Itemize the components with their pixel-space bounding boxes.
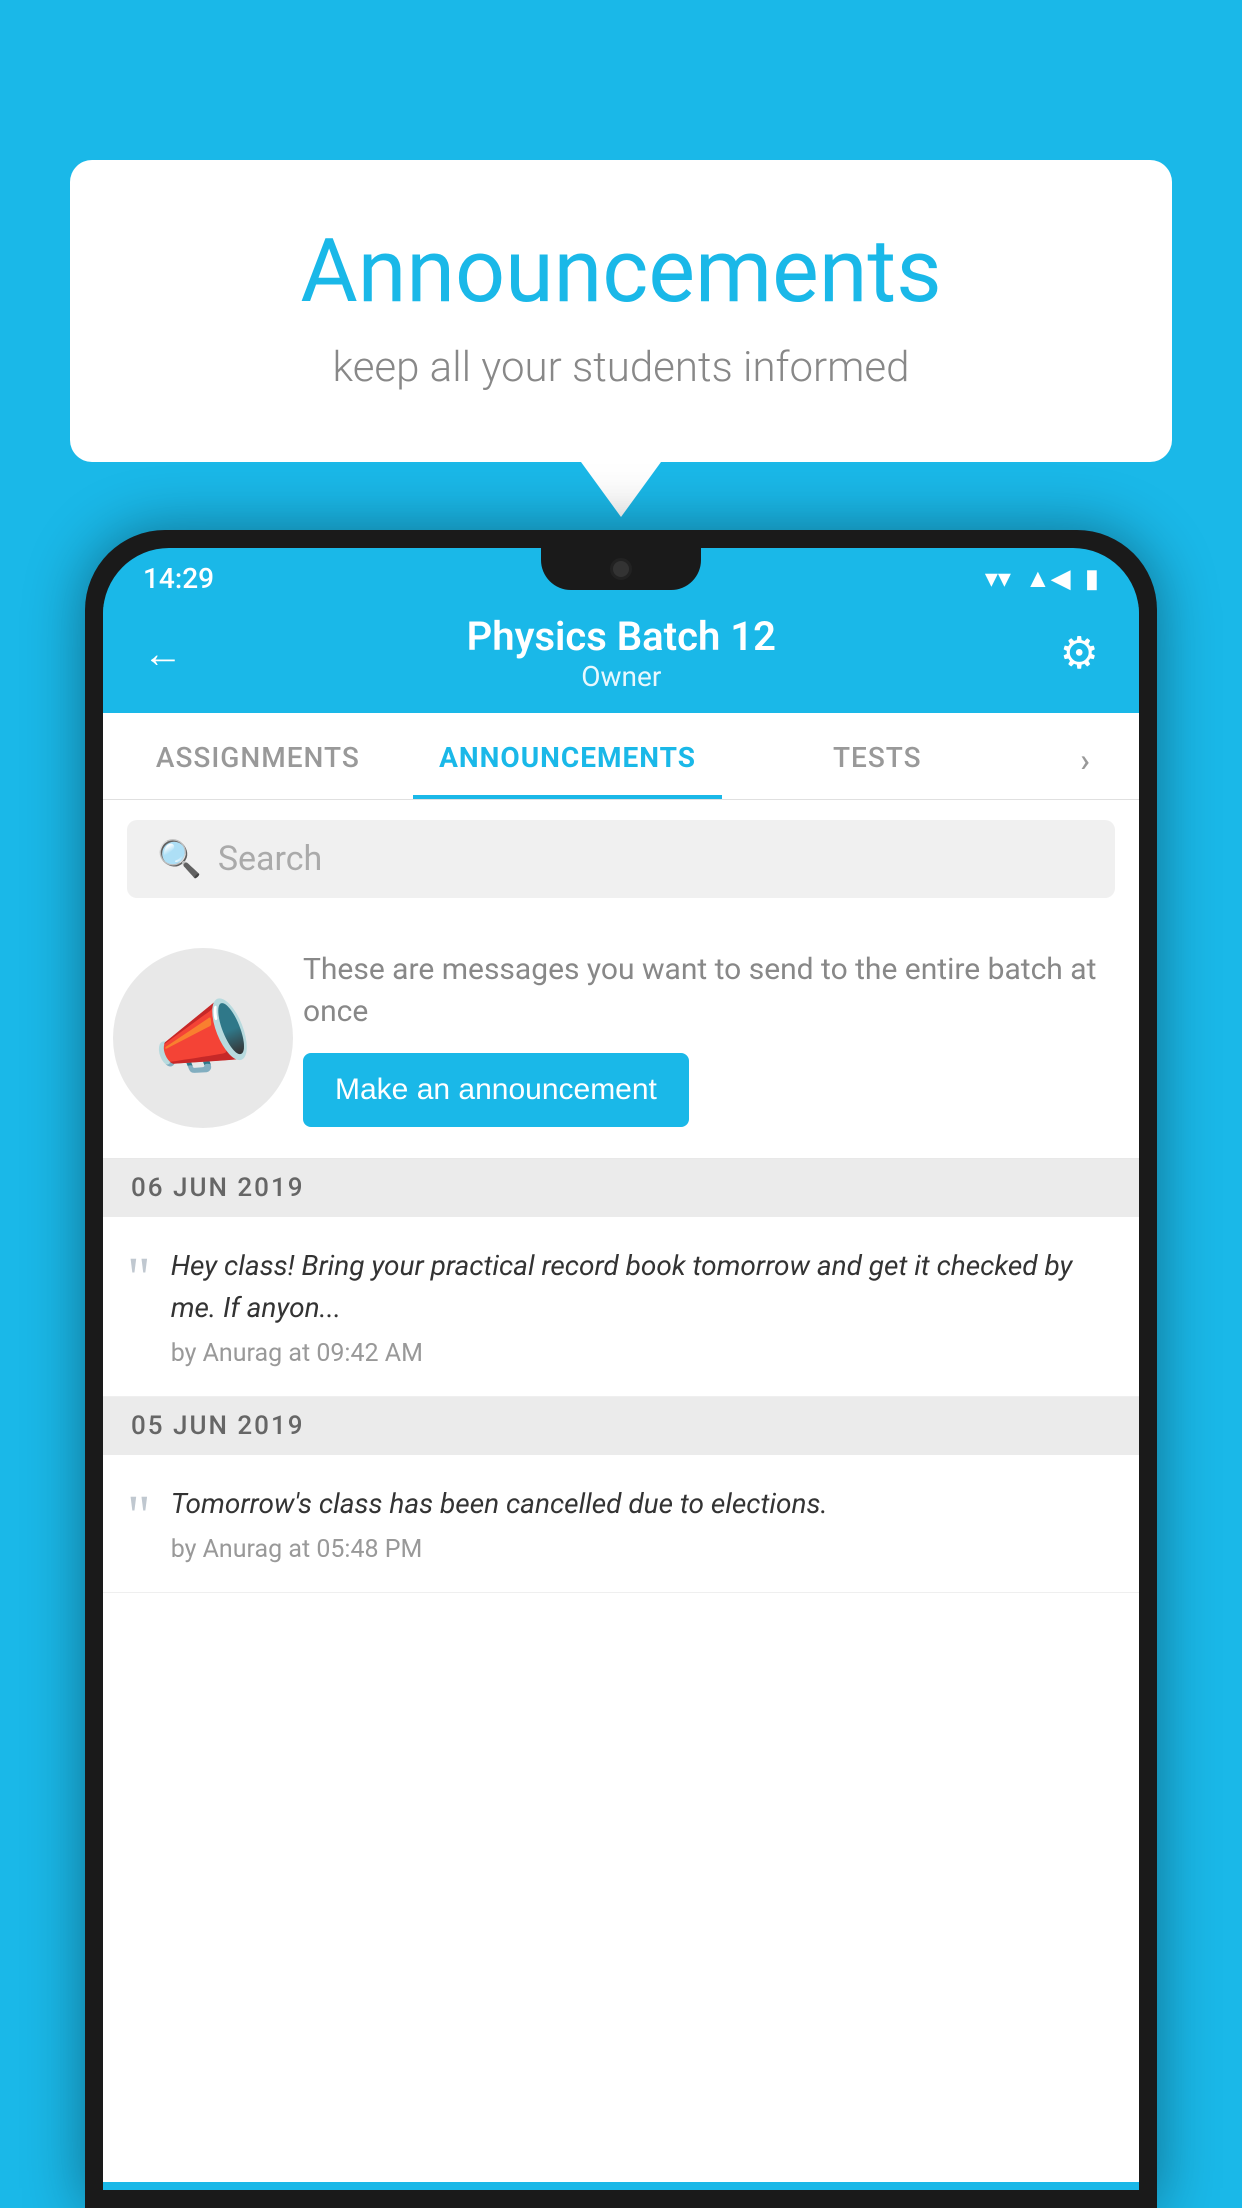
speech-bubble-title: Announcements — [150, 220, 1092, 323]
announcement-meta-2: by Anurag at 05:48 PM — [171, 1535, 1115, 1564]
announcement-content-1: Hey class! Bring your practical record b… — [171, 1245, 1115, 1368]
announcement-item-1: " Hey class! Bring your practical record… — [103, 1217, 1139, 1397]
date-separator-1: 06 JUN 2019 — [103, 1159, 1139, 1217]
speech-bubble-tail — [581, 462, 661, 517]
announcement-text-1: Hey class! Bring your practical record b… — [171, 1245, 1115, 1329]
announcement-content-2: Tomorrow's class has been cancelled due … — [171, 1483, 1115, 1564]
search-placeholder: Search — [218, 839, 322, 879]
make-announcement-button[interactable]: Make an announcement — [303, 1053, 689, 1127]
content-area: 🔍 Search 📣 These are messages you want t… — [103, 800, 1139, 2182]
tab-overflow[interactable]: › — [1032, 713, 1139, 799]
tabs: ASSIGNMENTS ANNOUNCEMENTS TESTS › — [103, 713, 1139, 800]
quote-icon-2: " — [127, 1487, 151, 1545]
date-separator-2: 05 JUN 2019 — [103, 1397, 1139, 1455]
wifi-icon: ▾▾ — [985, 564, 1011, 594]
search-bar[interactable]: 🔍 Search — [127, 820, 1115, 898]
promo-content: These are messages you want to send to t… — [303, 949, 1115, 1127]
speech-bubble: Announcements keep all your students inf… — [70, 160, 1172, 462]
signal-icon: ▲◀ — [1025, 563, 1071, 594]
quote-icon-1: " — [127, 1249, 151, 1307]
phone-notch — [541, 548, 701, 590]
tab-tests[interactable]: TESTS — [722, 713, 1032, 799]
promo-text: These are messages you want to send to t… — [303, 949, 1115, 1033]
header-subtitle: Owner — [467, 660, 776, 693]
back-button[interactable]: ← — [143, 630, 183, 677]
app-header: ← Physics Batch 12 Owner ⚙ — [103, 603, 1139, 713]
battery-icon: ▮ — [1085, 564, 1099, 594]
speech-bubble-subtitle: keep all your students informed — [150, 343, 1092, 392]
announcement-meta-1: by Anurag at 09:42 AM — [171, 1339, 1115, 1368]
search-icon: 🔍 — [157, 838, 202, 880]
tab-assignments[interactable]: ASSIGNMENTS — [103, 713, 413, 799]
tab-announcements[interactable]: ANNOUNCEMENTS — [413, 713, 723, 799]
phone-camera — [610, 558, 632, 580]
promo-icon-circle: 📣 — [113, 948, 293, 1128]
settings-icon[interactable]: ⚙ — [1060, 627, 1099, 679]
megaphone-icon: 📣 — [153, 991, 253, 1085]
status-icons: ▾▾ ▲◀ ▮ — [985, 563, 1099, 594]
header-title: Physics Batch 12 — [467, 613, 776, 660]
phone-frame: 14:29 ▾▾ ▲◀ ▮ ← Physics Batch 12 Owner ⚙… — [85, 530, 1157, 2208]
header-center: Physics Batch 12 Owner — [467, 613, 776, 693]
speech-bubble-section: Announcements keep all your students inf… — [70, 160, 1172, 517]
announcement-text-2: Tomorrow's class has been cancelled due … — [171, 1483, 1115, 1525]
announcement-promo: 📣 These are messages you want to send to… — [103, 918, 1139, 1159]
announcement-item-2: " Tomorrow's class has been cancelled du… — [103, 1455, 1139, 1593]
status-time: 14:29 — [143, 562, 214, 595]
phone-inner: 14:29 ▾▾ ▲◀ ▮ ← Physics Batch 12 Owner ⚙… — [103, 548, 1139, 2190]
